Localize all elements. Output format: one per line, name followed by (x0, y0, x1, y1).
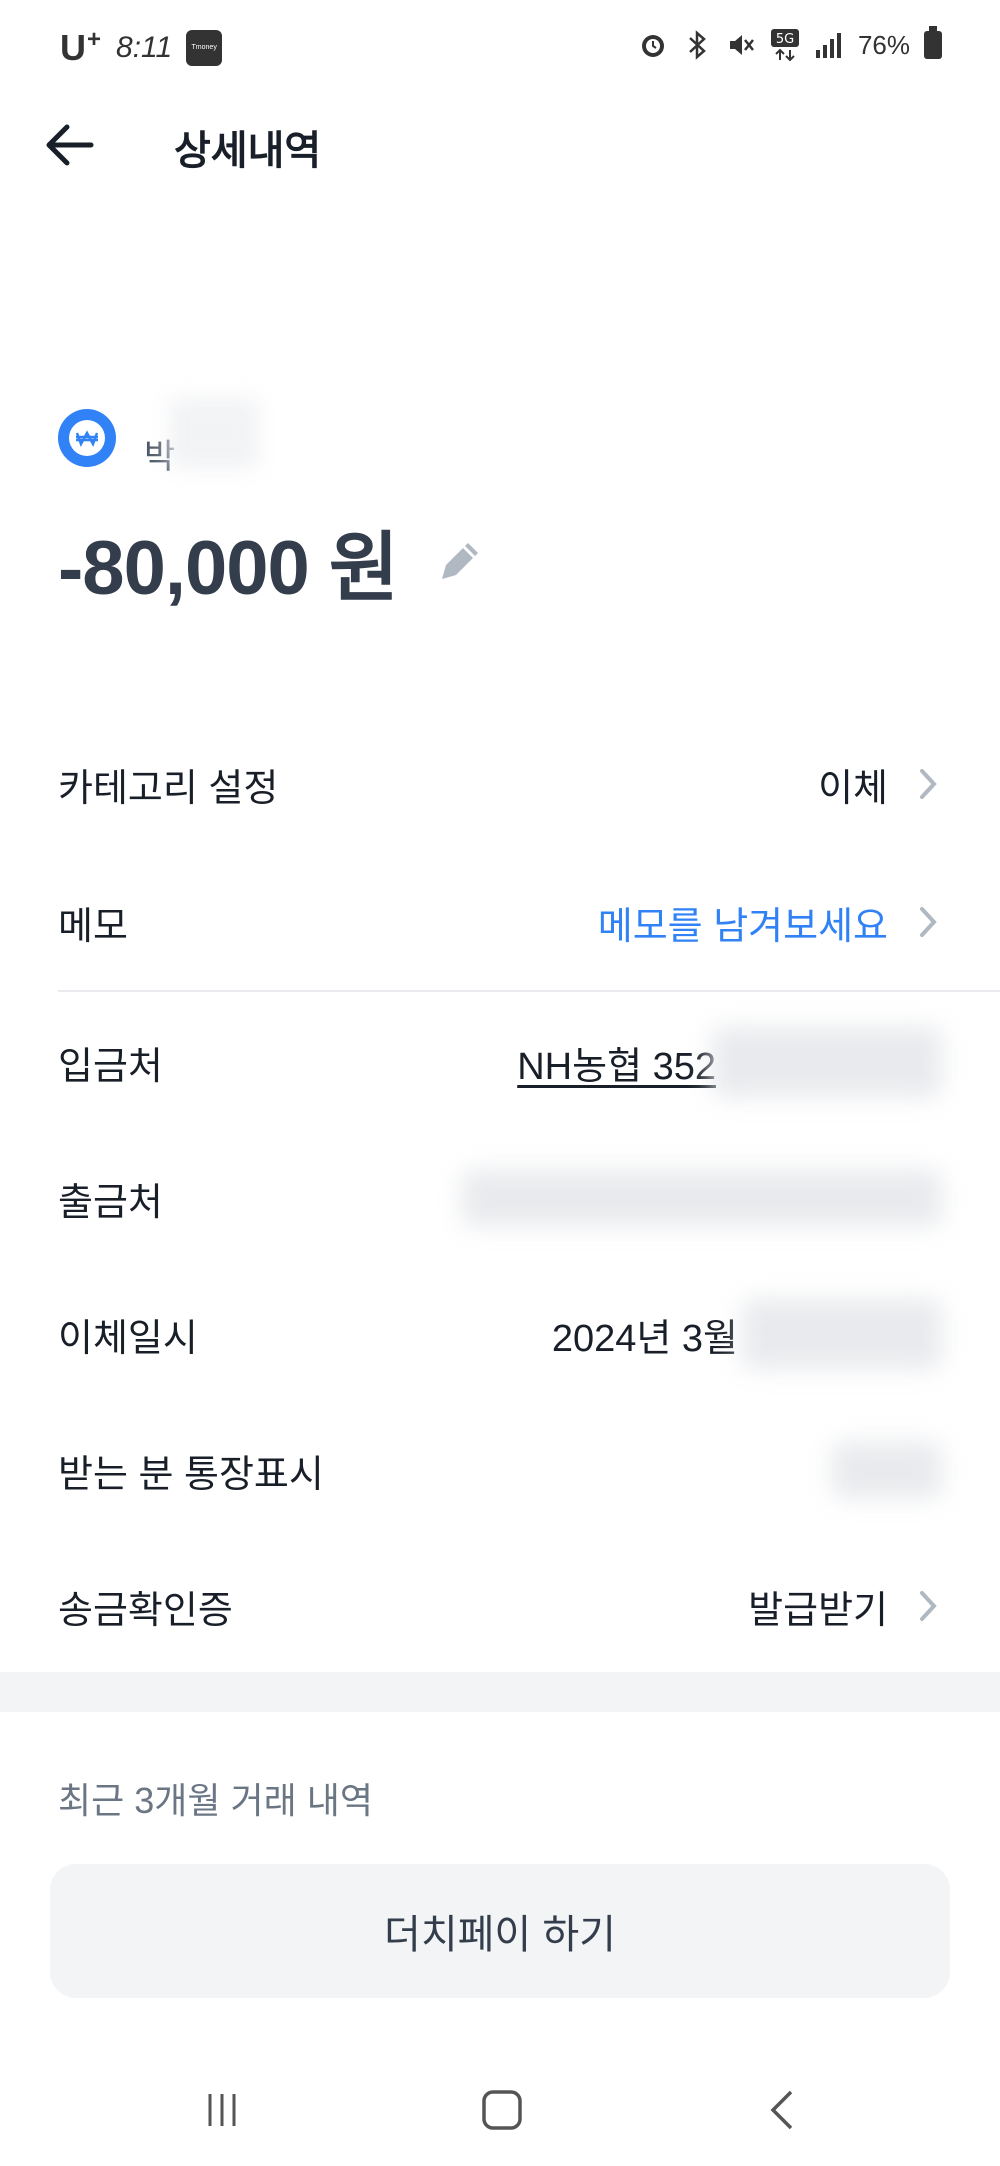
memo-value-wrap: 메모를 남겨보세요 (598, 895, 942, 950)
back-nav-button[interactable] (742, 2080, 822, 2140)
transaction-summary: 박 -80,000 원 (58, 398, 486, 616)
deposit-to-account[interactable]: NH농협 352 (517, 1035, 716, 1090)
section-separator (0, 1672, 1000, 1712)
home-icon (482, 2090, 522, 2130)
transfer-certificate-label: 송금확인증 (58, 1589, 233, 1632)
alarm-icon (638, 28, 668, 62)
memo-label: 메모 (58, 905, 128, 948)
recipient-display-value-wrap (832, 1442, 942, 1498)
battery-icon (924, 26, 942, 59)
back-arrow-icon (46, 124, 94, 166)
withdraw-from-redacted (462, 1170, 942, 1226)
recipient-display-label: 받는 분 통장표시 (58, 1453, 324, 1496)
transfer-datetime-label: 이체일시 (58, 1317, 198, 1360)
divider (58, 990, 1000, 992)
chevron-right-icon (918, 1586, 942, 1626)
signal-icon (814, 28, 844, 62)
bluetooth-icon (682, 28, 712, 62)
deposit-to-redacted (712, 1027, 942, 1097)
counterparty-name-redacted (169, 398, 260, 468)
recent-apps-icon (208, 2094, 236, 2126)
dutch-pay-button[interactable]: 더치페이 하기 (50, 1864, 950, 1998)
tmoney-icon: Tmoney (186, 29, 223, 66)
transfer-datetime-value: 2024년 3월 (551, 1317, 738, 1360)
category-value-wrap: 이체 (818, 757, 942, 812)
battery-percent: 76% (857, 29, 910, 60)
mute-icon (726, 28, 756, 62)
transfer-datetime-value-wrap: 2024년 3월 (552, 1299, 942, 1369)
category-row[interactable]: 카테고리 설정 이체 (58, 744, 942, 824)
counterparty-name: 박 (144, 398, 260, 478)
pencil-icon (441, 543, 478, 579)
chevron-right-icon (918, 902, 942, 942)
app-header: 상세내역 (0, 96, 1000, 192)
chevron-right-icon (918, 764, 942, 804)
withdraw-from-value-wrap (462, 1170, 942, 1226)
transfer-certificate-value-wrap: 발급받기 (748, 1579, 942, 1634)
won-icon (58, 409, 116, 467)
5g-icon: 5G (770, 28, 800, 62)
status-right: 5G 76% (638, 26, 942, 62)
page-title: 상세내역 (174, 129, 322, 173)
transfer-certificate-row[interactable]: 송금확인증 발급받기 (58, 1566, 942, 1646)
back-button[interactable] (38, 114, 100, 176)
status-time: 8:11 (116, 30, 173, 64)
status-left: U+ 8:11 Tmoney (60, 26, 223, 69)
amount: -80,000 원 (58, 526, 399, 611)
recipient-display-row: 받는 분 통장표시 (58, 1430, 942, 1510)
home-button[interactable] (462, 2080, 542, 2140)
svg-text:5G: 5G (776, 32, 794, 47)
withdraw-from-row: 출금처 (58, 1158, 942, 1238)
recent-apps-button[interactable] (182, 2080, 262, 2140)
amount-row: -80,000 원 (58, 506, 486, 616)
withdraw-from-label: 출금처 (58, 1181, 163, 1224)
recipient-display-redacted (832, 1442, 942, 1498)
carrier-name: U (60, 27, 87, 68)
deposit-to-label: 입금처 (58, 1045, 163, 1088)
category-label: 카테고리 설정 (58, 767, 279, 810)
transfer-datetime-row: 이체일시 2024년 3월 (58, 1294, 942, 1374)
transfer-datetime-redacted (742, 1299, 942, 1369)
edit-amount-button[interactable] (434, 535, 486, 587)
carrier-label: U+ (60, 26, 102, 69)
memo-placeholder: 메모를 남겨보세요 (597, 905, 888, 948)
transfer-certificate-value: 발급받기 (748, 1589, 888, 1632)
back-chevron-icon (770, 2090, 793, 2130)
recent-transactions-title: 최근 3개월 거래 내역 (58, 1780, 373, 1821)
carrier-plus: + (87, 26, 103, 53)
category-value: 이체 (818, 767, 888, 810)
status-bar: U+ 8:11 Tmoney 5G 76% (0, 0, 1000, 96)
deposit-to-row: 입금처 NH농협 352 (58, 1022, 942, 1102)
memo-row[interactable]: 메모 메모를 남겨보세요 (58, 882, 942, 962)
deposit-to-value-wrap: NH농협 352 (517, 1027, 942, 1097)
counterparty: 박 (58, 398, 486, 478)
system-nav-bar (0, 2060, 1000, 2166)
